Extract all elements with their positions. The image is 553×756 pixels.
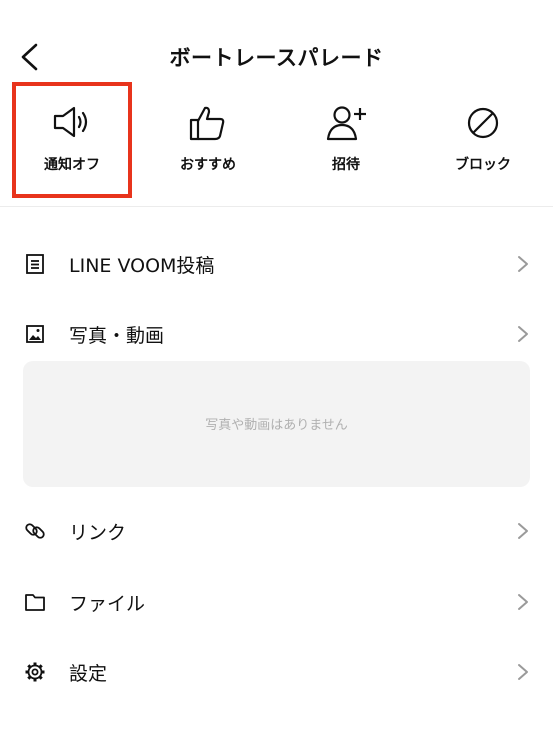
folder-icon — [25, 594, 45, 611]
speaker-icon — [53, 106, 88, 138]
divider — [0, 206, 553, 207]
menu-item-settings[interactable]: 設定 — [0, 644, 553, 698]
thumbs-up-icon — [189, 106, 225, 141]
chevron-right-icon — [518, 523, 528, 539]
menu-item-label: リンク — [69, 522, 127, 544]
chevron-right-icon — [518, 594, 528, 610]
block-icon — [467, 107, 499, 139]
add-person-icon — [326, 106, 366, 141]
media-empty-panel: 写真や動画はありません — [23, 361, 530, 487]
menu-item-label: 写真・動画 — [69, 325, 165, 347]
menu-item-label: LINE VOOM投稿 — [69, 255, 215, 277]
menu-item-voom-posts[interactable]: LINE VOOM投稿 — [0, 236, 553, 290]
link-icon — [25, 523, 45, 539]
mute-label: 通知オフ — [44, 157, 100, 173]
recommend-button[interactable]: おすすめ — [148, 82, 268, 202]
image-icon — [26, 325, 44, 343]
mute-notifications-button[interactable]: 通知オフ — [12, 82, 132, 202]
menu-item-photos-videos[interactable]: 写真・動画 — [0, 306, 553, 360]
menu-item-label: ファイル — [69, 593, 146, 615]
menu-item-links[interactable]: リンク — [0, 503, 553, 557]
menu-item-label: 設定 — [69, 663, 108, 685]
chevron-right-icon — [518, 256, 528, 272]
page-title: ボートレースパレード — [169, 46, 384, 70]
menu-item-files[interactable]: ファイル — [0, 574, 553, 628]
gear-icon — [25, 662, 45, 682]
invite-button[interactable]: 招待 — [286, 82, 406, 202]
chevron-right-icon — [518, 664, 528, 680]
invite-label: 招待 — [332, 157, 360, 173]
document-icon — [26, 254, 44, 274]
chevron-right-icon — [518, 326, 528, 342]
block-label: ブロック — [455, 157, 511, 173]
block-button[interactable]: ブロック — [423, 82, 543, 202]
action-bar: 通知オフ おすすめ 招待 ブロック — [0, 82, 553, 202]
recommend-label: おすすめ — [180, 157, 236, 173]
empty-media-text: 写真や動画はありません — [205, 418, 348, 433]
